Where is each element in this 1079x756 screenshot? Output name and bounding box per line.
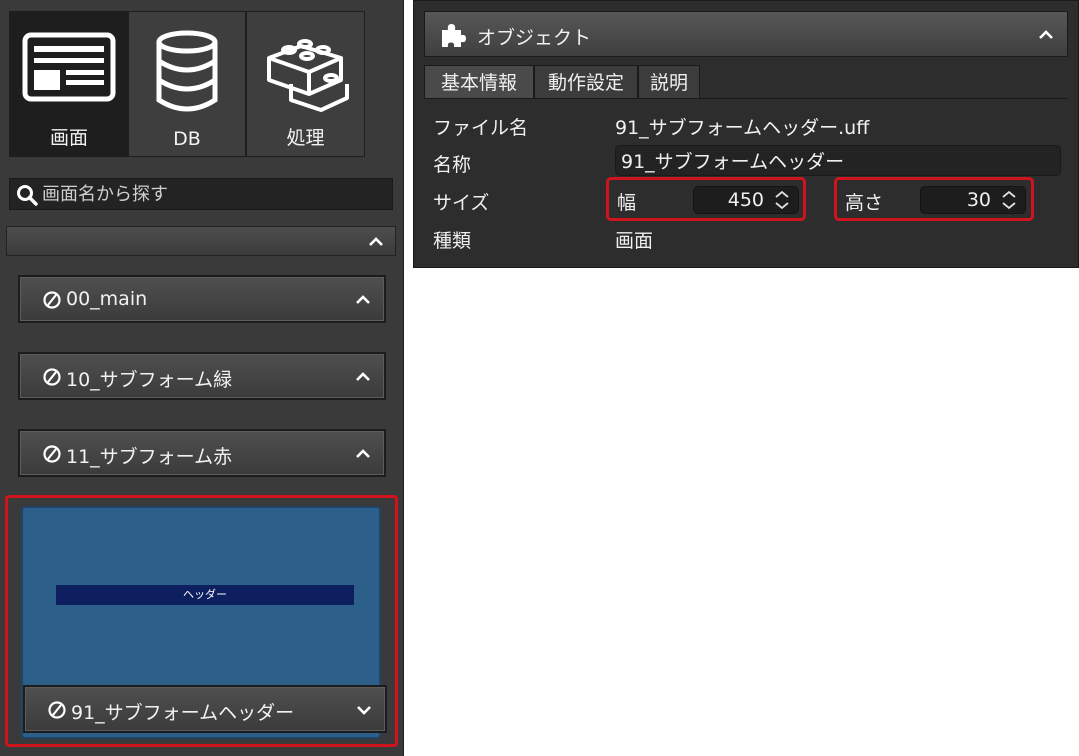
nav-button-db-label: DB xyxy=(173,128,201,150)
form-item-11-subform-red[interactable]: 11_サブフォーム赤 xyxy=(18,429,386,477)
height-label: 高さ xyxy=(845,192,884,214)
form-item-10-subform-green[interactable]: 10_サブフォーム緑 xyxy=(18,352,386,400)
form-item-00-main[interactable]: 00_main xyxy=(18,275,386,323)
name-field xyxy=(615,145,1061,176)
file-name-label: ファイル名 xyxy=(433,117,529,139)
nav-button-screen-label: 画面 xyxy=(49,127,88,149)
spin-up-down-icon[interactable] xyxy=(769,188,795,212)
screen-navigator-panel: 画面 DB 処理 画面名から探す 00_main 10_サブフォーム緑 11_サ… xyxy=(0,0,404,756)
database-icon xyxy=(156,30,218,112)
name-label: 名称 xyxy=(433,154,472,176)
tab-description[interactable]: 説明 xyxy=(638,65,700,99)
preview-header-strip: ヘッダー xyxy=(56,585,354,605)
group-header-bar[interactable] xyxy=(6,226,396,256)
name-input[interactable] xyxy=(621,148,1051,173)
nav-button-screen[interactable]: 画面 xyxy=(9,11,129,157)
chevron-up-icon[interactable] xyxy=(1037,26,1055,44)
screen-search-input[interactable] xyxy=(42,181,382,207)
width-label: 幅 xyxy=(617,192,637,214)
width-input[interactable] xyxy=(696,188,764,212)
width-highlight: 幅 xyxy=(606,177,806,221)
form-item-name: 91_サブフォームヘッダー xyxy=(71,702,295,724)
height-input[interactable] xyxy=(923,188,991,212)
height-highlight: 高さ xyxy=(834,177,1034,221)
tab-basic-info[interactable]: 基本情報 xyxy=(424,65,534,99)
tab-behavior-settings[interactable]: 動作設定 xyxy=(534,65,638,99)
disabled-circle-icon xyxy=(43,291,61,309)
nav-button-process-label: 処理 xyxy=(286,127,325,149)
blocks-icon xyxy=(266,39,349,112)
search-icon xyxy=(17,185,38,206)
object-panel-header[interactable]: オブジェクト xyxy=(424,11,1068,57)
type-label: 種類 xyxy=(433,230,472,252)
type-value: 画面 xyxy=(615,230,654,252)
chevron-down-icon[interactable] xyxy=(355,701,373,719)
tab-divider xyxy=(424,98,1068,99)
width-spinner xyxy=(693,186,799,214)
chevron-up-icon[interactable] xyxy=(354,368,372,386)
size-label: サイズ xyxy=(433,192,490,214)
nav-button-process[interactable]: 処理 xyxy=(246,11,365,157)
form-item-name: 00_main xyxy=(66,288,148,310)
selected-form-highlight: ヘッダー 91_サブフォームヘッダー xyxy=(5,495,398,747)
object-properties-panel: オブジェクト 基本情報 動作設定 説明 ファイル名 91_サブフォームヘッダー.… xyxy=(413,0,1079,268)
chevron-up-icon[interactable] xyxy=(354,291,372,309)
disabled-circle-icon xyxy=(43,445,61,463)
screen-layout-icon xyxy=(22,32,116,102)
chevron-up-icon[interactable] xyxy=(354,445,372,463)
form-item-name: 10_サブフォーム緑 xyxy=(66,369,233,391)
file-name-value: 91_サブフォームヘッダー.uff xyxy=(615,117,870,139)
disabled-circle-icon xyxy=(43,368,61,386)
height-spinner xyxy=(920,186,1026,214)
puzzle-icon xyxy=(442,24,466,47)
chevron-up-icon[interactable] xyxy=(367,233,385,251)
screen-search-box xyxy=(9,178,393,210)
form-item-name: 11_サブフォーム赤 xyxy=(66,446,233,468)
nav-button-db[interactable]: DB xyxy=(128,11,246,157)
object-panel-title: オブジェクト xyxy=(477,27,592,49)
form-item-91-subform-header[interactable]: 91_サブフォームヘッダー xyxy=(23,685,387,733)
spin-up-down-icon[interactable] xyxy=(996,188,1022,212)
disabled-circle-icon xyxy=(48,701,66,719)
